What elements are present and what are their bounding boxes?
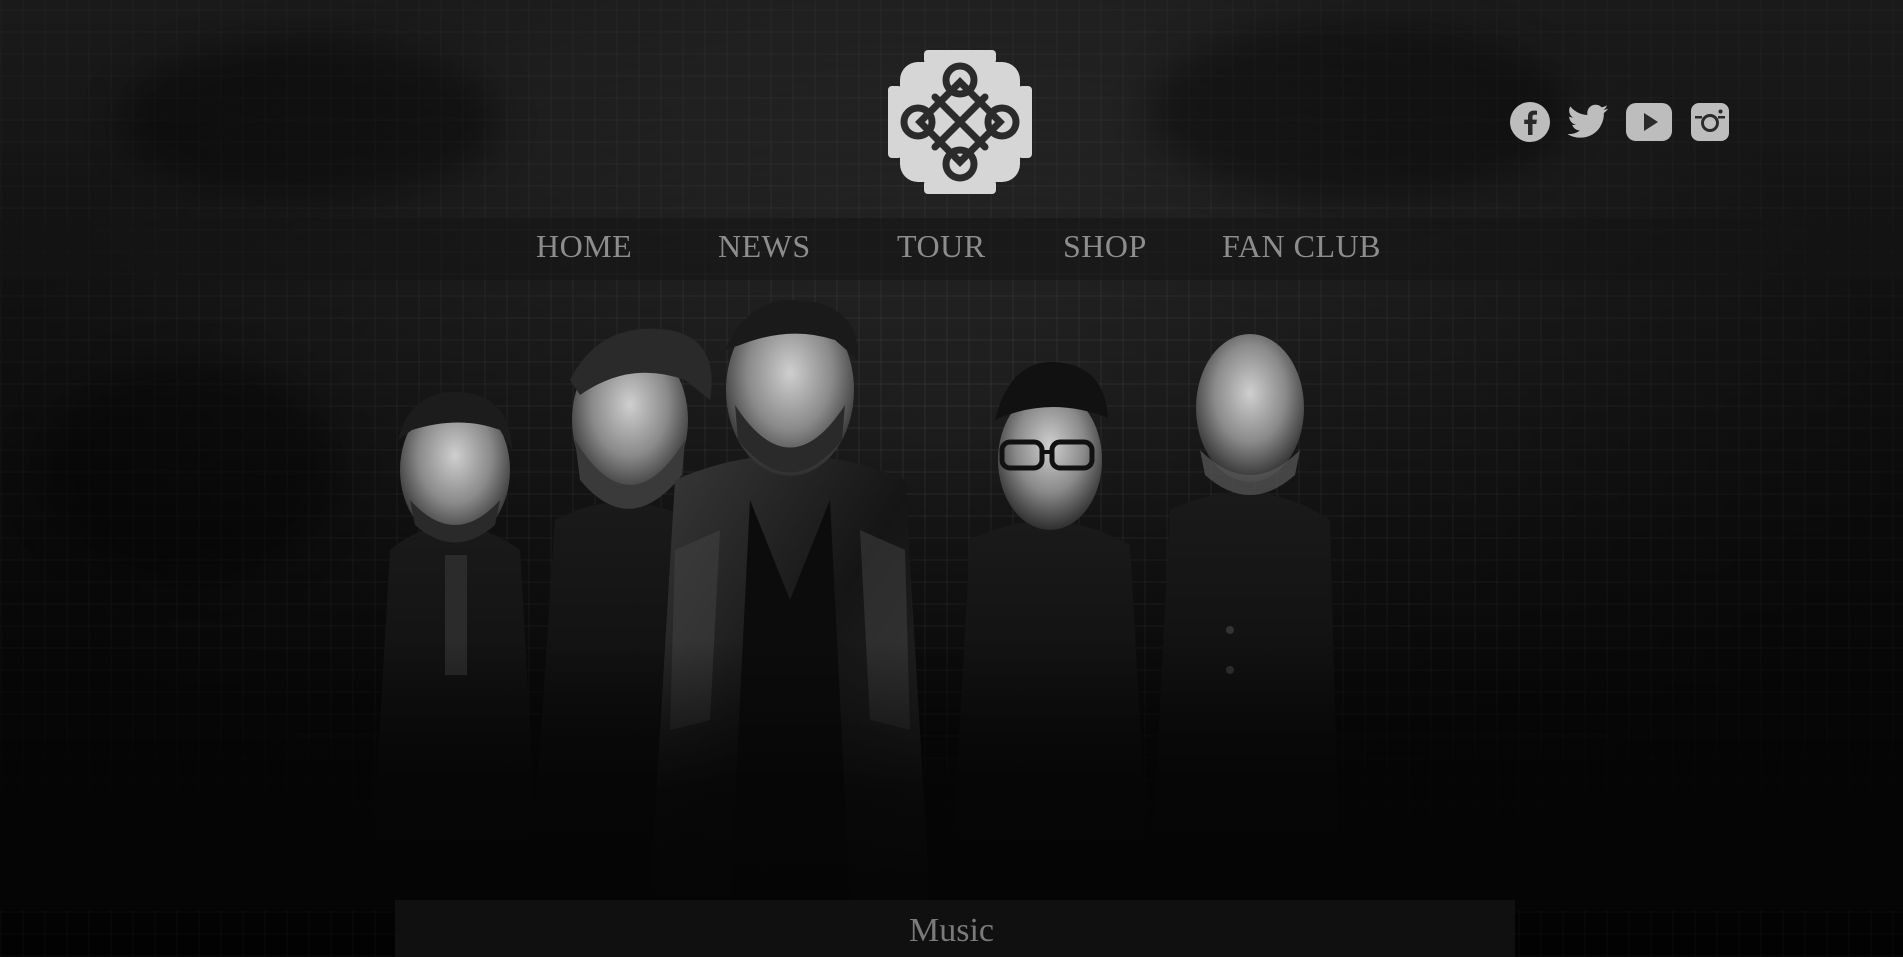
celtic-knot-icon[interactable] xyxy=(880,42,1040,202)
nav-news[interactable]: NEWS xyxy=(718,228,811,265)
nav-shop[interactable]: SHOP xyxy=(1063,228,1147,265)
background-texture xyxy=(1150,20,1570,200)
background-texture xyxy=(40,360,340,580)
twitter-icon[interactable] xyxy=(1566,100,1610,144)
section-title: Music xyxy=(909,912,994,949)
hero-fade xyxy=(0,640,1903,910)
background-texture xyxy=(120,40,500,200)
facebook-icon[interactable] xyxy=(1508,100,1552,144)
instagram-icon[interactable] xyxy=(1688,100,1732,144)
nav-fan-club[interactable]: FAN CLUB xyxy=(1222,228,1381,265)
nav-home[interactable]: HOME xyxy=(536,228,632,265)
youtube-icon[interactable] xyxy=(1624,100,1674,144)
social-links xyxy=(1508,100,1732,144)
nav-tour[interactable]: TOUR xyxy=(897,228,986,265)
page: HOME NEWS TOUR SHOP FAN CLUB Music xyxy=(0,0,1903,957)
